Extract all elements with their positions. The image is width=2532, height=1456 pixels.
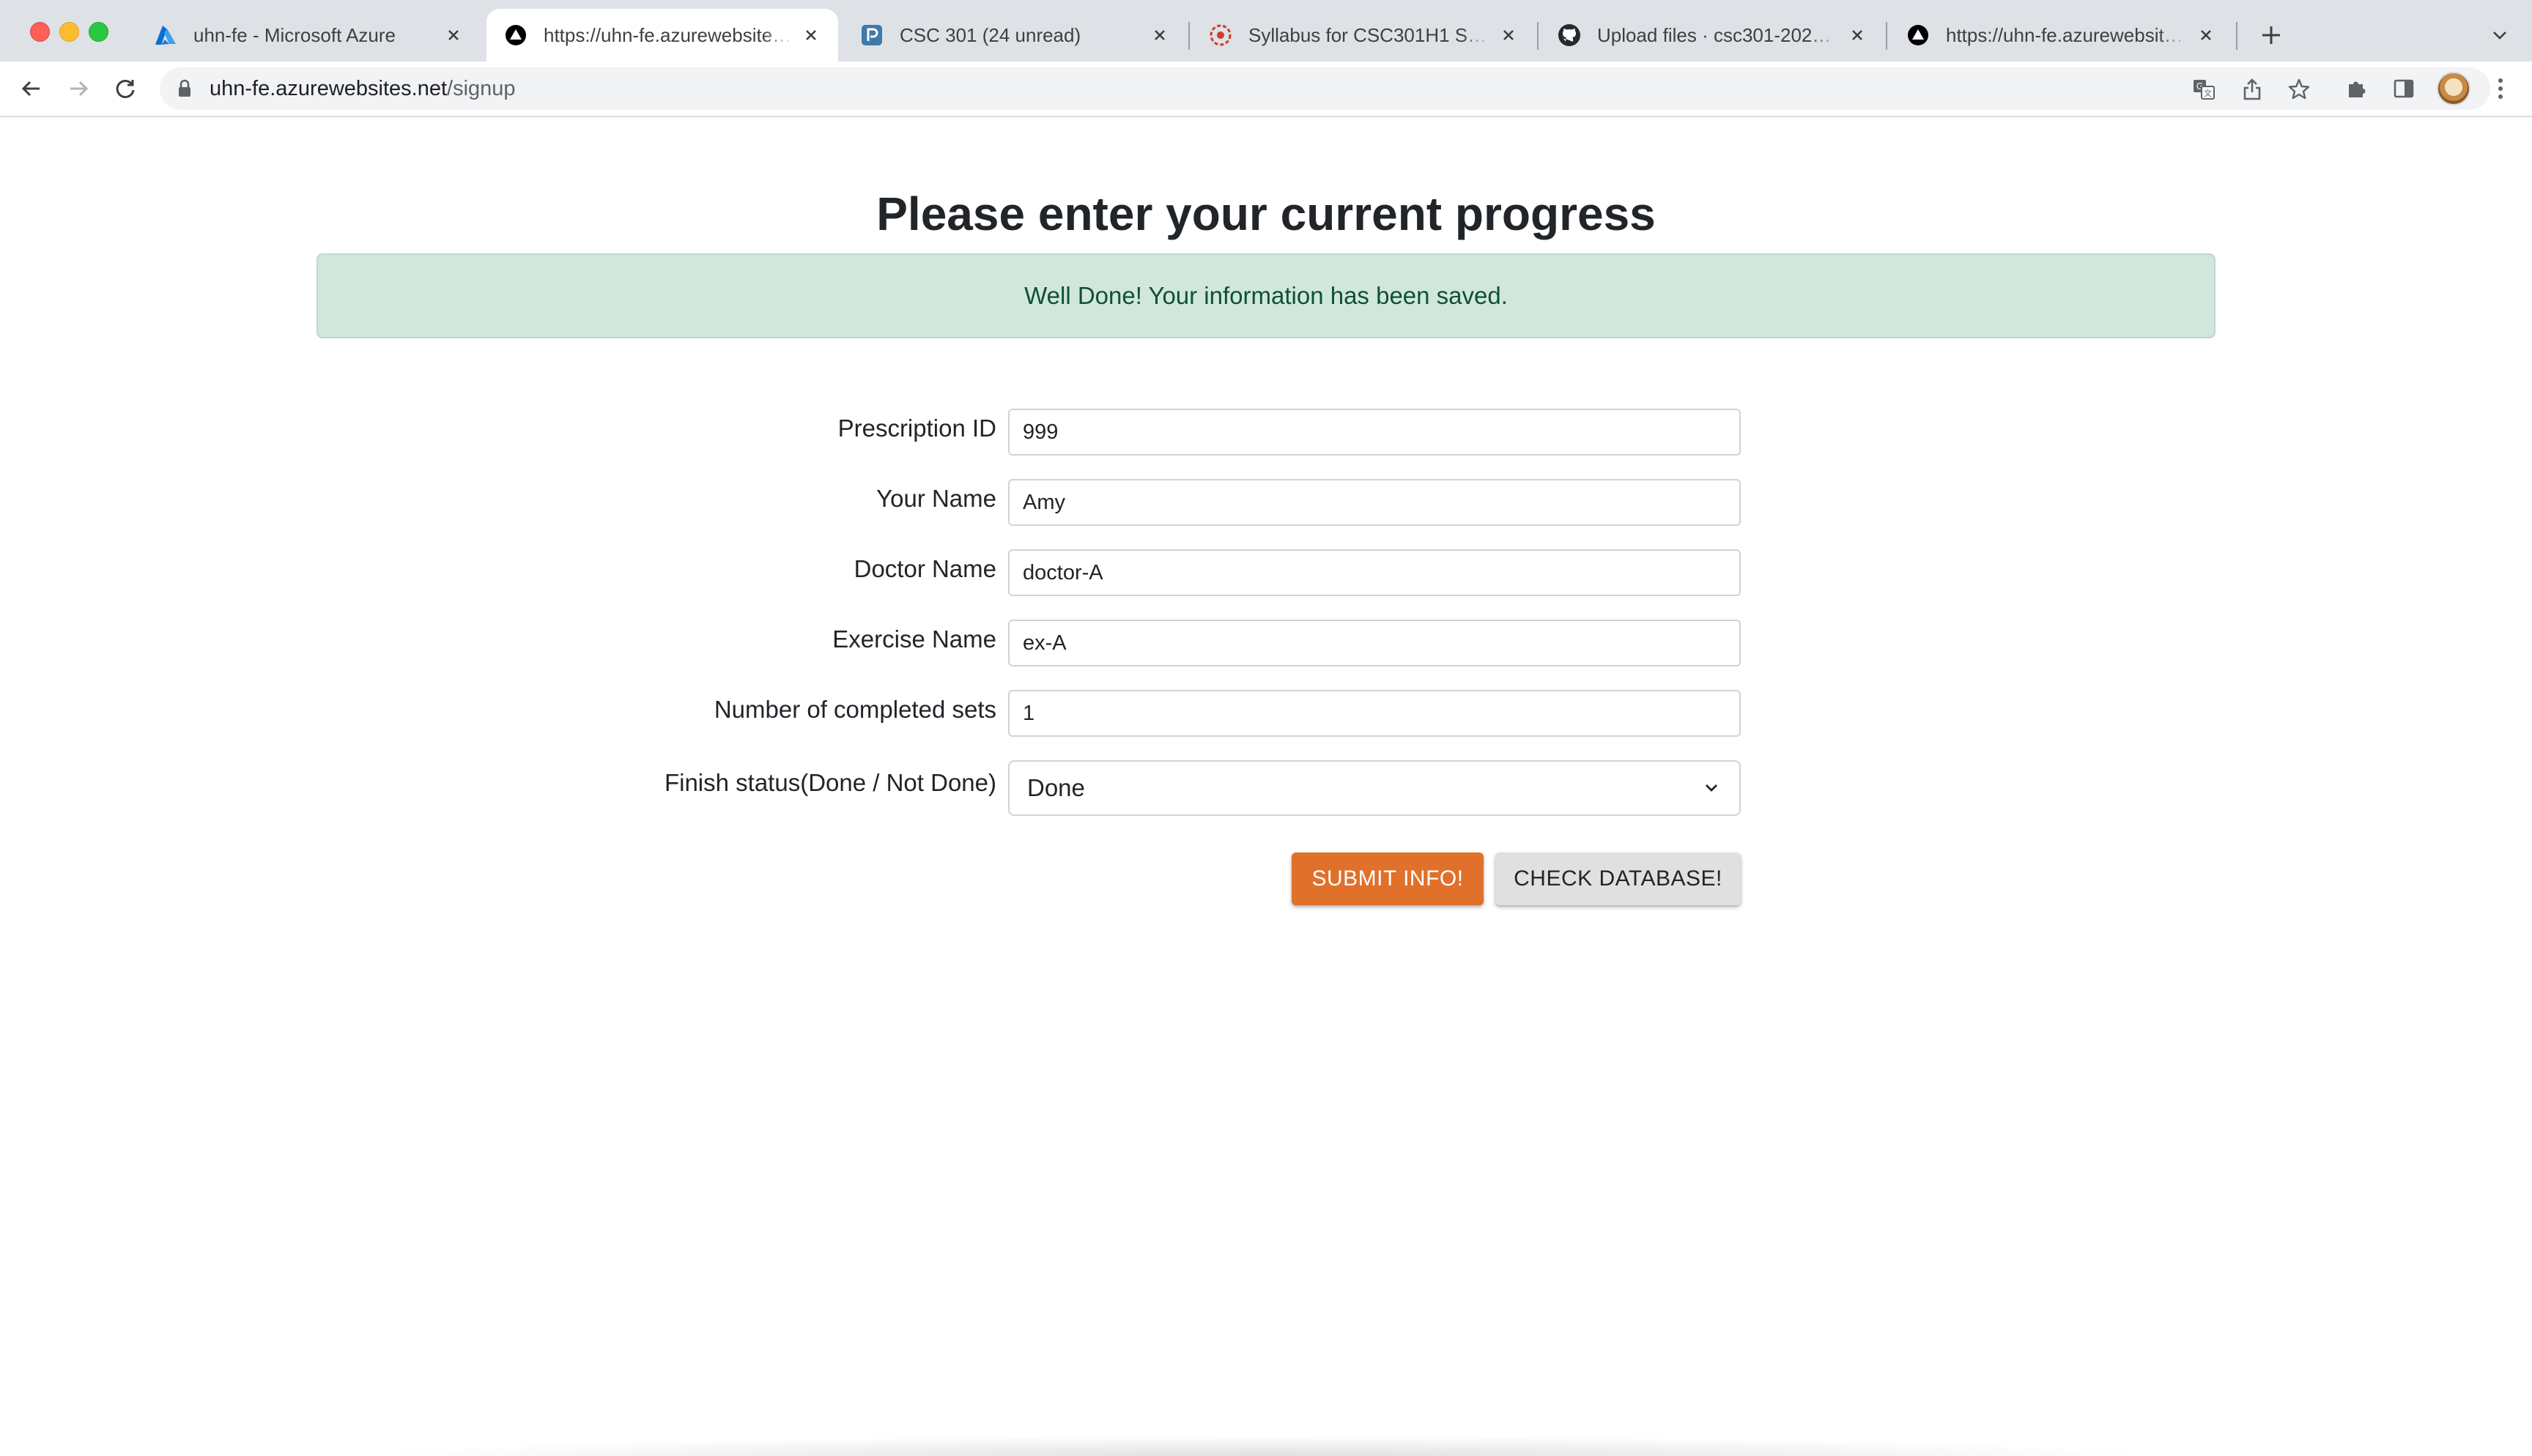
bookmark-star-icon[interactable] [2284,75,2314,104]
exercise-name-input[interactable] [1008,620,1741,666]
tab-syllabus[interactable]: Syllabus for CSC301H1 S LEC5101 [1191,9,1536,62]
triangle-favicon-icon [1906,23,1930,47]
arrow-left-icon [21,81,40,97]
tab-piazza[interactable]: CSC 301 (24 unread) [843,9,1187,62]
your-name-label: Your Name [876,485,996,512]
tab-azure[interactable]: uhn-fe - Microsoft Azure [136,9,481,62]
extensions-puzzle-icon[interactable] [2342,73,2372,104]
plus-icon [2262,26,2280,44]
github-icon [1558,23,1581,47]
url-text[interactable]: uhn-fe.azurewebsites.net/signup [210,77,516,101]
chevron-down-icon [1706,784,1717,792]
finish-status-value: Done [1027,774,1085,801]
form-row-doctor-name: Doctor Name [0,549,2532,601]
tab-search-button[interactable] [2484,19,2516,51]
your-name-input[interactable] [1008,479,1741,526]
doctor-name-label: Doctor Name [854,555,996,582]
prescription-id-label: Prescription ID [837,415,996,442]
reload-button[interactable] [110,73,141,104]
finish-status-select[interactable]: Done [1008,760,1741,816]
form-row-finish-status: Finish status(Done / Not Done) Done [0,760,2532,819]
finish-status-label: Finish status(Done / Not Done) [664,769,996,796]
form-row-exercise-name: Exercise Name [0,620,2532,671]
bottom-shadow [366,1435,2166,1456]
tab-uhn-fe-active[interactable]: https://uhn-fe.azurewebsites.net [486,9,838,62]
reload-icon [116,79,135,98]
tab-strip: uhn-fe - Microsoft Azure https://uhn-fe.… [0,0,2532,62]
form-row-completed-sets: Number of completed sets [0,690,2532,741]
doctor-name-input[interactable] [1008,549,1741,596]
tab-separator [1537,22,1539,50]
new-tab-button[interactable] [2254,18,2289,53]
close-icon[interactable] [1498,24,1519,46]
close-icon[interactable] [800,24,822,46]
browser-toolbar: uhn-fe.azurewebsites.net/signup G文 [0,62,2532,117]
tab-title: CSC 301 (24 unread) [900,23,1081,46]
back-button[interactable] [16,73,47,104]
tab-title: https://uhn-fe.azurewebsites.net [544,23,793,46]
close-icon[interactable] [1846,24,1868,46]
prescription-id-input[interactable] [1008,409,1741,456]
form-row-your-name: Your Name [0,479,2532,530]
tab-title: uhn-fe - Microsoft Azure [193,23,396,46]
side-panel-icon[interactable] [2388,73,2419,104]
share-icon[interactable] [2237,75,2267,104]
address-bar[interactable]: uhn-fe.azurewebsites.net/signup G文 [160,67,2490,110]
forward-button[interactable] [63,73,94,104]
translate-icon[interactable]: G文 [2189,75,2218,104]
close-icon[interactable] [1149,24,1171,46]
completed-sets-input[interactable] [1008,690,1741,737]
triangle-favicon-icon [504,23,528,47]
tab-separator [1188,22,1190,50]
tab-github[interactable]: Upload files · csc301-2023-winter [1540,9,1884,62]
success-alert: Well Done! Your information has been sav… [316,253,2216,338]
window-minimize-button[interactable] [59,22,79,42]
profile-avatar[interactable] [2437,72,2470,105]
quercus-icon [1209,23,1232,47]
tab-uhn-fe[interactable]: https://uhn-fe.azurewebsites.net [1889,9,2233,62]
window-close-button[interactable] [30,22,50,42]
window-zoom-button[interactable] [89,22,108,42]
close-icon[interactable] [2195,24,2217,46]
url-host: uhn-fe.azurewebsites.net [210,76,448,100]
kebab-menu-icon[interactable] [2485,73,2516,104]
piazza-icon [860,23,884,47]
url-path: /signup [447,76,516,100]
tab-title: Upload files · csc301-2023-winter [1597,23,1839,46]
lock-icon[interactable] [177,78,193,99]
tab-title: https://uhn-fe.azurewebsites.net [1946,23,2188,46]
tab-separator [2236,22,2237,50]
chevron-down-icon [2493,31,2506,40]
arrow-right-icon [70,81,89,97]
check-database-button[interactable]: CHECK DATABASE! [1495,853,1741,905]
form-row-prescription-id: Prescription ID [0,409,2532,460]
completed-sets-label: Number of completed sets [714,696,996,723]
exercise-name-label: Exercise Name [832,625,996,653]
alert-message: Well Done! Your information has been sav… [1024,282,1508,309]
tab-title: Syllabus for CSC301H1 S LEC5101 [1248,23,1490,46]
tab-separator [1886,22,1887,50]
svg-text:文: 文 [2204,88,2212,98]
page-content: Please enter your current progress Well … [0,117,2532,1456]
azure-icon [154,23,177,47]
submit-info-button[interactable]: SUBMIT INFO! [1292,853,1484,905]
page-title: Please enter your current progress [876,187,1656,240]
close-icon[interactable] [443,24,464,46]
